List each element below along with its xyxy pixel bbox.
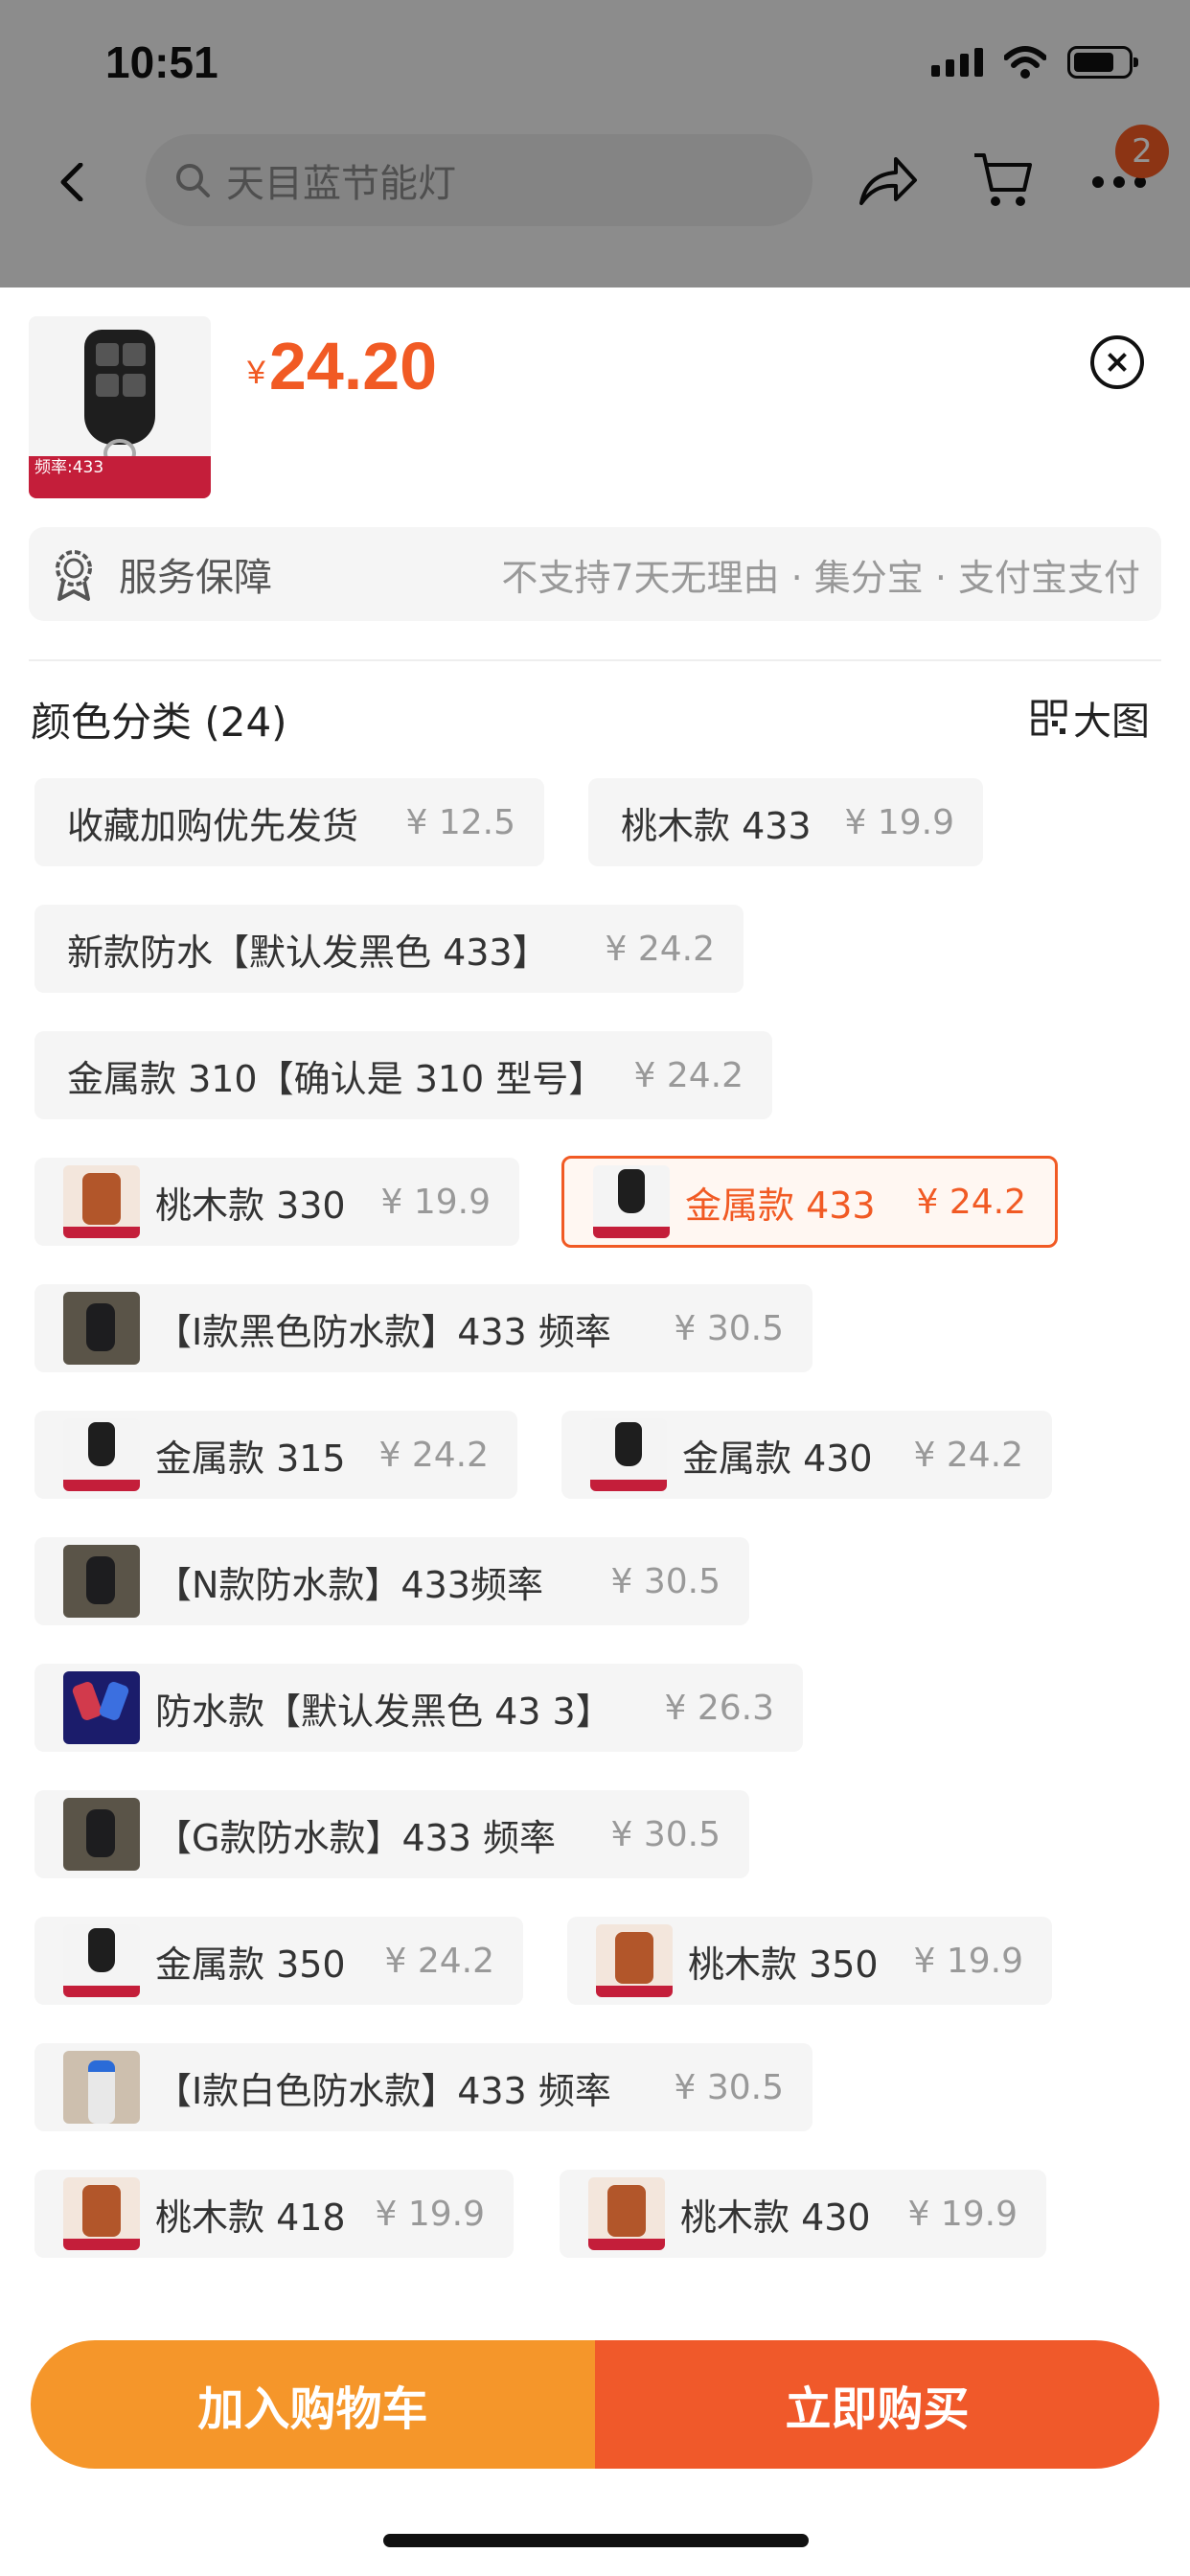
price-amount: 24.20 — [268, 329, 438, 403]
variant-option[interactable]: 桃木款 350 ¥ 19.9 — [567, 1917, 1052, 2005]
variant-section-title: 颜色分类 (24) — [31, 699, 287, 746]
variant-option[interactable]: 收藏加购优先发货 ¥ 12.5 — [34, 778, 544, 866]
badge-icon — [56, 550, 92, 601]
service-value: 不支持7天无理由 · 集分宝 · 支付宝支付 — [501, 556, 1140, 599]
variant-thumbnail — [63, 1671, 140, 1744]
variant-option[interactable]: 新款防水【默认发黑色 433】 ¥ 24.2 — [34, 905, 744, 993]
action-bar: 加入购物车 立即购买 — [31, 2340, 1159, 2469]
variant-thumbnail — [63, 1924, 140, 1997]
variant-thumbnail — [63, 1545, 140, 1618]
divider — [29, 659, 1161, 661]
big-view-toggle[interactable]: 大图 — [1031, 690, 1150, 746]
variant-thumbnail — [63, 2177, 140, 2250]
home-indicator[interactable] — [383, 2534, 809, 2547]
sku-selector-sheet: 频率:433 ¥24.20 服务保障 不支持7天无理由 · 集分宝 · 支付宝支… — [0, 288, 1190, 2576]
thumbnail-frequency-tag: 频率:433 — [29, 456, 211, 498]
product-price: ¥24.20 — [247, 328, 437, 404]
big-view-label: 大图 — [1073, 700, 1150, 744]
buy-now-button[interactable]: 立即购买 — [595, 2340, 1159, 2469]
variant-option[interactable]: 桃木款 330 ¥ 19.9 — [34, 1158, 519, 1246]
variant-thumbnail — [63, 1292, 140, 1365]
service-guarantee-row[interactable]: 服务保障 不支持7天无理由 · 集分宝 · 支付宝支付 — [29, 527, 1161, 621]
variant-option[interactable]: 金属款 310【确认是 310 型号】 ¥ 24.2 — [34, 1031, 772, 1119]
product-thumbnail[interactable]: 频率:433 — [29, 316, 211, 498]
variant-option[interactable]: 【G款防水款】433 频率 ¥ 30.5 — [34, 1790, 749, 1878]
variant-option[interactable]: 金属款 430 ¥ 24.2 — [561, 1411, 1052, 1499]
variant-option[interactable]: 【N款防水款】433频率 ¥ 30.5 — [34, 1537, 749, 1625]
grid-icon — [1031, 700, 1067, 736]
variant-thumbnail — [63, 1418, 140, 1491]
add-to-cart-button[interactable]: 加入购物车 — [31, 2340, 595, 2469]
currency-symbol: ¥ — [247, 355, 265, 391]
variant-option[interactable]: 桃木款 418 ¥ 19.9 — [34, 2170, 514, 2258]
variant-option-selected[interactable]: 金属款 433 ¥ 24.2 — [561, 1156, 1058, 1248]
close-icon[interactable] — [1090, 335, 1144, 389]
variant-option[interactable]: 桃木款 430 ¥ 19.9 — [560, 2170, 1046, 2258]
variant-thumbnail — [63, 2051, 140, 2124]
variant-thumbnail — [590, 1418, 667, 1491]
variant-option[interactable]: 【I款白色防水款】433 频率 ¥ 30.5 — [34, 2043, 812, 2131]
variant-option[interactable]: 桃木款 433 ¥ 19.9 — [588, 778, 983, 866]
variant-option[interactable]: 【I款黑色防水款】433 频率 ¥ 30.5 — [34, 1284, 812, 1372]
variant-option[interactable]: 金属款 350 ¥ 24.2 — [34, 1917, 523, 2005]
variant-thumbnail — [63, 1165, 140, 1238]
service-label: 服务保障 — [119, 556, 272, 600]
variant-thumbnail — [588, 2177, 665, 2250]
variant-option[interactable]: 防水款【默认发黑色 43 3】 ¥ 26.3 — [34, 1664, 803, 1752]
variant-thumbnail — [63, 1798, 140, 1871]
modal-overlay[interactable] — [0, 0, 1190, 288]
variant-option[interactable]: 金属款 315 ¥ 24.2 — [34, 1411, 517, 1499]
variant-thumbnail — [593, 1165, 670, 1238]
variant-thumbnail — [596, 1924, 673, 1997]
